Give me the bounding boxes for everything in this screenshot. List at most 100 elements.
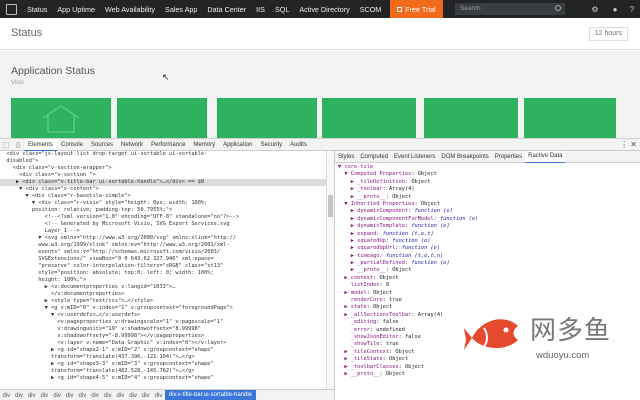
breadcrumb-item[interactable]: div [139,393,152,399]
breadcrumb-item[interactable]: div [114,393,127,399]
tab-application[interactable]: Application [219,139,256,151]
status-tile[interactable] [524,98,616,138]
dom-node-line[interactable]: v:shadowoffsety="-8.99998"></v:pageprope… [0,333,326,340]
dom-node-line[interactable]: ▼ <v:userdefs>…</v:userdefs> [0,312,326,319]
dom-node-line[interactable]: v:drawingunits="19" v:shadowoffsetx="8.9… [0,326,326,333]
tab-elements[interactable]: Elements [24,138,58,151]
dom-node-line[interactable]: disabled"> [0,158,326,165]
property-row[interactable]: ▶ dynamicComponentForModel: function (e) [338,216,637,223]
property-row[interactable]: ▶ __proto__: Object [338,194,637,201]
breadcrumb-active[interactable]: div.v-title-bar.ui-sortable-handle [164,390,256,400]
timeframe-button[interactable]: 12 hours [588,27,628,41]
side-tab-computed[interactable]: Computed [357,151,391,163]
status-tile[interactable] [11,98,111,138]
dom-node-line[interactable]: ▶ <div class="v-title-bar ui-sortable-ha… [0,179,326,186]
property-row[interactable]: ▶ squaredUpUrl: function (e) [338,245,637,252]
dom-node-line[interactable]: ▶ <style type="text/css">…</style> [0,298,326,305]
property-row[interactable]: ▶ dynamicTemplate: function (e) [338,223,637,230]
property-row[interactable]: ▶ __proto__: Object [338,267,637,274]
side-tab-ractive-data[interactable]: Ractive Data [525,151,566,163]
tab-audits[interactable]: Audits [286,139,311,151]
dom-node-line[interactable]: <v:layer v:name="Data Graphic" v:index="… [0,340,326,347]
breadcrumb-item[interactable]: div [38,393,51,399]
side-tab-dom-breakpoints[interactable]: DOM Breakpoints [438,151,491,163]
dom-node-line[interactable]: ▼ <div class="r-basetile-simple"> [0,193,326,200]
dom-node-line[interactable]: </v:documentproperties> [0,291,326,298]
dom-node-line[interactable]: Layer_1 --> [0,228,326,235]
nav-item-sql[interactable]: SQL [270,0,294,18]
tab-console[interactable]: Console [57,139,87,151]
property-row[interactable]: ▶ _tileDefinition: Object [338,179,637,186]
nav-item-active-directory[interactable]: Active Directory [294,0,354,18]
property-row[interactable]: ▼ Inherited Properties: Object [338,201,637,208]
dom-node-line[interactable]: style="position: absolute; top:0; left: … [0,270,326,277]
breadcrumb-item[interactable]: div [63,393,76,399]
nav-item-app-uptime[interactable]: App Uptime [52,0,100,18]
nav-item-sales-app[interactable]: Sales App [160,0,202,18]
nav-item-data-center[interactable]: Data Center [202,0,251,18]
dom-node-line[interactable]: www.w3.org/1999/xlink" xmlns:ev="http://… [0,242,326,249]
breadcrumb-item[interactable]: div [51,393,64,399]
breadcrumb-item[interactable]: div [152,393,165,399]
nav-item-scom[interactable]: SCOM [355,0,387,18]
side-tab-properties[interactable]: Properties [492,151,525,163]
close-icon[interactable]: ⋮ ✕ [620,139,637,151]
help-icon[interactable]: ? [622,0,640,18]
dom-node-line[interactable]: ▼ <g v:mID="0" v:index="1" v:groupcontex… [0,305,326,312]
property-row[interactable]: ▶ dynamicComponent: function (e) [338,208,637,215]
nav-item-iis[interactable]: IIS [251,0,270,18]
breadcrumb-item[interactable]: div [0,393,13,399]
gear-icon[interactable]: ⚙ [585,0,605,18]
property-row[interactable]: ▶ timeago: function (t,e,t,n) [338,253,637,260]
breadcrumb-item[interactable]: div [101,393,114,399]
tab-sources[interactable]: Sources [87,139,117,151]
dom-node-line[interactable]: transform="translate(482.528,-145.762)">… [0,368,326,375]
side-tab-event-listeners[interactable]: Event Listeners [391,151,438,163]
side-tab-styles[interactable]: Styles [335,151,357,163]
dom-node-line[interactable]: <v:pageproperties v:drawingscale="1" v:p… [0,319,326,326]
status-tile[interactable] [424,98,518,138]
dom-node-line[interactable]: <div class="v-section "> [0,172,326,179]
property-row[interactable]: ▶ context: Object [338,275,637,282]
dom-node-line[interactable]: ▼ <div class="v-content"> [0,186,326,193]
dom-node-line[interactable]: <!--<?xml version="1.0" encoding="UTF-8"… [0,214,326,221]
dom-node-line[interactable]: "preserve" color-interpolation-filters="… [0,263,326,270]
scrollbar-thumb[interactable] [328,195,333,217]
dom-node-line[interactable]: ▼ <svg xmlns="http://www.w3.org/2000/svg… [0,235,326,242]
dom-node-line[interactable]: SVGExtensions/" viewBox="0 0 643.62 327.… [0,256,326,263]
dom-node-line[interactable]: <!-- Generated by Microsoft Visio, SVG E… [0,221,326,228]
property-row[interactable]: ▼ Computed Properties: Object [338,171,637,178]
dom-node-line[interactable]: height: 100%;"> [0,277,326,284]
breadcrumb-item[interactable]: div [89,393,102,399]
property-row[interactable]: ▶ squaredUp: function (e) [338,238,637,245]
property-row[interactable]: ▼ core-tile [338,164,637,171]
status-tile[interactable] [322,98,416,138]
dom-node-line[interactable]: ▶ <g id="shape3-3" v:mID="3" v:groupcont… [0,361,326,368]
device-toolbar-icon[interactable]: ▯ [12,139,24,151]
dom-node-line[interactable]: transform="translate(437.396,-121.104)">… [0,354,326,361]
property-row[interactable]: ▶ expand: function (t,e,t) [338,231,637,238]
tab-memory[interactable]: Memory [189,139,219,151]
nav-item-status[interactable]: Status [22,0,52,18]
dom-node-line[interactable]: events" xmlns:v="http://schemas.microsof… [0,249,326,256]
property-row[interactable]: ▶ _partialDefined: function (e) [338,260,637,267]
breadcrumb-item[interactable]: div [13,393,26,399]
property-row[interactable]: ▶ _toolbar: Array(4) [338,186,637,193]
inspect-icon[interactable]: ⬚ [0,139,12,151]
status-tile[interactable] [117,98,207,138]
search-input[interactable]: Search [455,3,565,15]
nav-item-web-availability[interactable]: Web Availability [100,0,160,18]
dom-node-line[interactable]: ▶ <g id="shape4-5" v:mID="4" v:groupcont… [0,375,326,382]
breadcrumb-item[interactable]: div [25,393,38,399]
tab-performance[interactable]: Performance [147,139,189,151]
elements-scrollbar[interactable] [326,151,334,389]
status-tile[interactable] [217,98,317,138]
breadcrumb-item[interactable]: div [76,393,89,399]
free-trial-button[interactable]: Free Trial [390,0,443,18]
dom-node-line[interactable]: ▼ <div class="r-visio" style="height: 0p… [0,200,326,207]
dom-node-line[interactable]: ▶ <v:documentproperties v:langid="1033">… [0,284,326,291]
tab-network[interactable]: Network [117,139,147,151]
elements-tree[interactable]: <div class="js-layout-list drop-target u… [0,151,326,389]
property-row[interactable]: listIndex: 0 [338,282,637,289]
dom-node-line[interactable]: position: relative; padding-top: 50.7955… [0,207,326,214]
